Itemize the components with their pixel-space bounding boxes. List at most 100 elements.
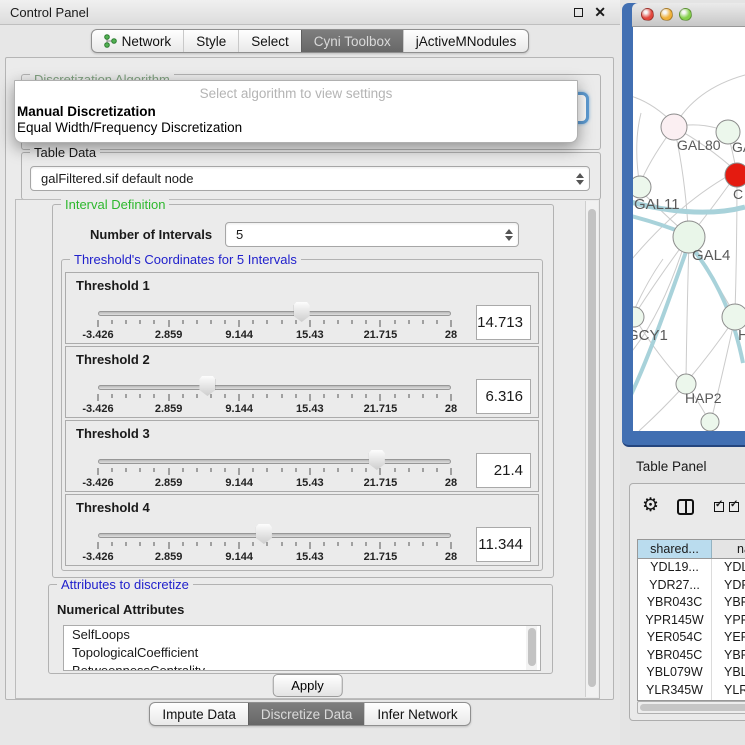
float-window-icon[interactable] [574, 8, 583, 17]
tick-mark [182, 468, 183, 472]
tick-label: 21.715 [364, 403, 398, 415]
tab-network[interactable]: Network [92, 30, 184, 52]
stepper-arrows-icon[interactable] [574, 172, 585, 186]
network-canvas[interactable]: GAL80GACGAL11GAL4GCY1HHAP2 [633, 27, 745, 431]
tick-mark [394, 468, 395, 472]
tick-mark [309, 468, 310, 475]
tick-mark [338, 394, 339, 398]
network-node-gcy1[interactable] [633, 307, 644, 327]
cyni-toolbox-panel: Discretization Algorithm Table Data galF… [5, 57, 614, 700]
dropdown-option-manual-discretization[interactable]: Manual Discretization [15, 104, 577, 120]
tab-select[interactable]: Select [238, 30, 301, 52]
network-edge[interactable] [639, 386, 684, 431]
list-item[interactable]: TopologicalCoefficient [64, 644, 540, 662]
tick-mark [366, 468, 367, 472]
slider-handle[interactable] [369, 450, 385, 470]
list-item[interactable]: BetweennessCentrality [64, 662, 540, 671]
table-row[interactable]: YPR145WYPR1 [638, 612, 745, 630]
mac-minimize-button[interactable] [660, 8, 673, 21]
apply-button[interactable]: Apply [272, 674, 343, 697]
tick-mark [98, 542, 99, 549]
numerical-attributes-list[interactable]: SelfLoopsTopologicalCoefficientBetweenne… [63, 625, 541, 671]
table-row[interactable]: YBR045CYBR0 [638, 647, 745, 665]
threshold-value-field[interactable]: 11.344 [476, 527, 531, 562]
table-row[interactable]: YLR345WYLR3 [638, 682, 745, 700]
tick-mark [366, 394, 367, 398]
mac-close-button[interactable] [641, 8, 654, 21]
table-row[interactable]: YDR27...YDR2 [638, 577, 745, 595]
table-cell: YBL0 [712, 664, 745, 682]
table-cell: YLR3 [712, 682, 745, 700]
threshold-label: Threshold 3 [76, 426, 150, 441]
tick-mark [126, 320, 127, 324]
tick-label: 2.859 [155, 477, 183, 489]
slider-track[interactable] [98, 311, 451, 316]
stepper-arrows-icon[interactable] [503, 228, 514, 242]
tick-mark [408, 320, 409, 324]
tick-mark [436, 320, 437, 324]
tick-label: 2.859 [155, 551, 183, 563]
tab-label: Discretize Data [261, 707, 353, 722]
tab-jactivemnodules[interactable]: jActiveMNodules [403, 30, 529, 52]
slider-track[interactable] [98, 533, 451, 538]
network-edge[interactable] [689, 321, 733, 379]
tick-mark [281, 468, 282, 472]
table-panel: ⚙ shared...na YDL19...YDL1YDR27...YDR2YB… [629, 483, 745, 721]
slider-handle[interactable] [256, 524, 272, 544]
tab-infer-network[interactable]: Infer Network [364, 703, 469, 725]
tab-cyni-toolbox[interactable]: Cyni Toolbox [301, 30, 403, 52]
horizontal-scrollbar[interactable] [637, 701, 745, 714]
table-row[interactable]: YBR043CYBR0 [638, 594, 745, 612]
table-cell: YBR0 [712, 647, 745, 665]
slider-handle[interactable] [294, 302, 310, 322]
table-row[interactable]: YER054CYER0 [638, 629, 745, 647]
network-window-titlebar[interactable] [632, 3, 745, 27]
threshold-value-field[interactable]: 21.4 [476, 453, 531, 488]
split-columns-icon[interactable] [677, 499, 694, 515]
num-intervals-value: 5 [236, 227, 243, 242]
threshold-value-field[interactable]: 6.316 [476, 379, 531, 414]
tick-mark [352, 394, 353, 398]
tick-mark [196, 468, 197, 472]
attributes-scrollbar[interactable] [526, 626, 537, 670]
slider-tick-labels: -3.4262.8599.14415.4321.71528 [98, 477, 451, 489]
column-header[interactable]: na [712, 540, 745, 558]
table-row[interactable]: YDL19...YDL1 [638, 559, 745, 577]
close-icon[interactable]: ✕ [594, 7, 606, 17]
num-intervals-select[interactable]: 5 [225, 222, 519, 247]
tick-mark [380, 394, 381, 401]
threshold-label: Threshold 4 [76, 500, 150, 515]
tab-discretize-data[interactable]: Discretize Data [248, 703, 365, 725]
network-node[interactable] [701, 413, 719, 431]
list-item[interactable]: SelfLoops [64, 626, 540, 644]
tick-mark [422, 394, 423, 398]
column-header[interactable]: shared... [638, 540, 712, 558]
tick-label: 15.43 [296, 477, 324, 489]
slider-handle[interactable] [199, 376, 215, 396]
tick-mark [451, 394, 452, 401]
table-data-group: Table Data galFiltered.sif default node [21, 152, 601, 200]
dropdown-option-equal-width-frequency-discretization[interactable]: Equal Width/Frequency Discretization [15, 120, 577, 136]
tick-mark [196, 542, 197, 546]
table-row[interactable]: YBL079WYBL0 [638, 664, 745, 682]
network-node-gal11[interactable] [633, 176, 651, 198]
select-column-checkbox-icon[interactable] [729, 502, 739, 512]
threshold-value-field[interactable]: 14.713 [476, 305, 531, 340]
tab-label: Style [196, 34, 226, 49]
tab-style[interactable]: Style [183, 30, 238, 52]
network-edge[interactable] [697, 179, 733, 227]
table-data-select[interactable]: galFiltered.sif default node [30, 166, 590, 191]
gear-icon[interactable]: ⚙ [642, 496, 659, 516]
network-node-c[interactable] [725, 163, 745, 187]
select-column-checkbox-icon[interactable] [714, 502, 724, 512]
network-edge[interactable] [686, 239, 689, 379]
tick-mark [422, 468, 423, 472]
vertical-scrollbar[interactable] [585, 201, 598, 697]
mac-zoom-button[interactable] [679, 8, 692, 21]
tab-impute-data[interactable]: Impute Data [150, 703, 248, 725]
settings-scrollpane: Interval Definition Number of Intervals … [15, 199, 600, 699]
slider-track[interactable] [98, 459, 451, 464]
tick-mark [323, 394, 324, 398]
slider-track[interactable] [98, 385, 451, 390]
tick-label: -3.426 [82, 329, 113, 341]
